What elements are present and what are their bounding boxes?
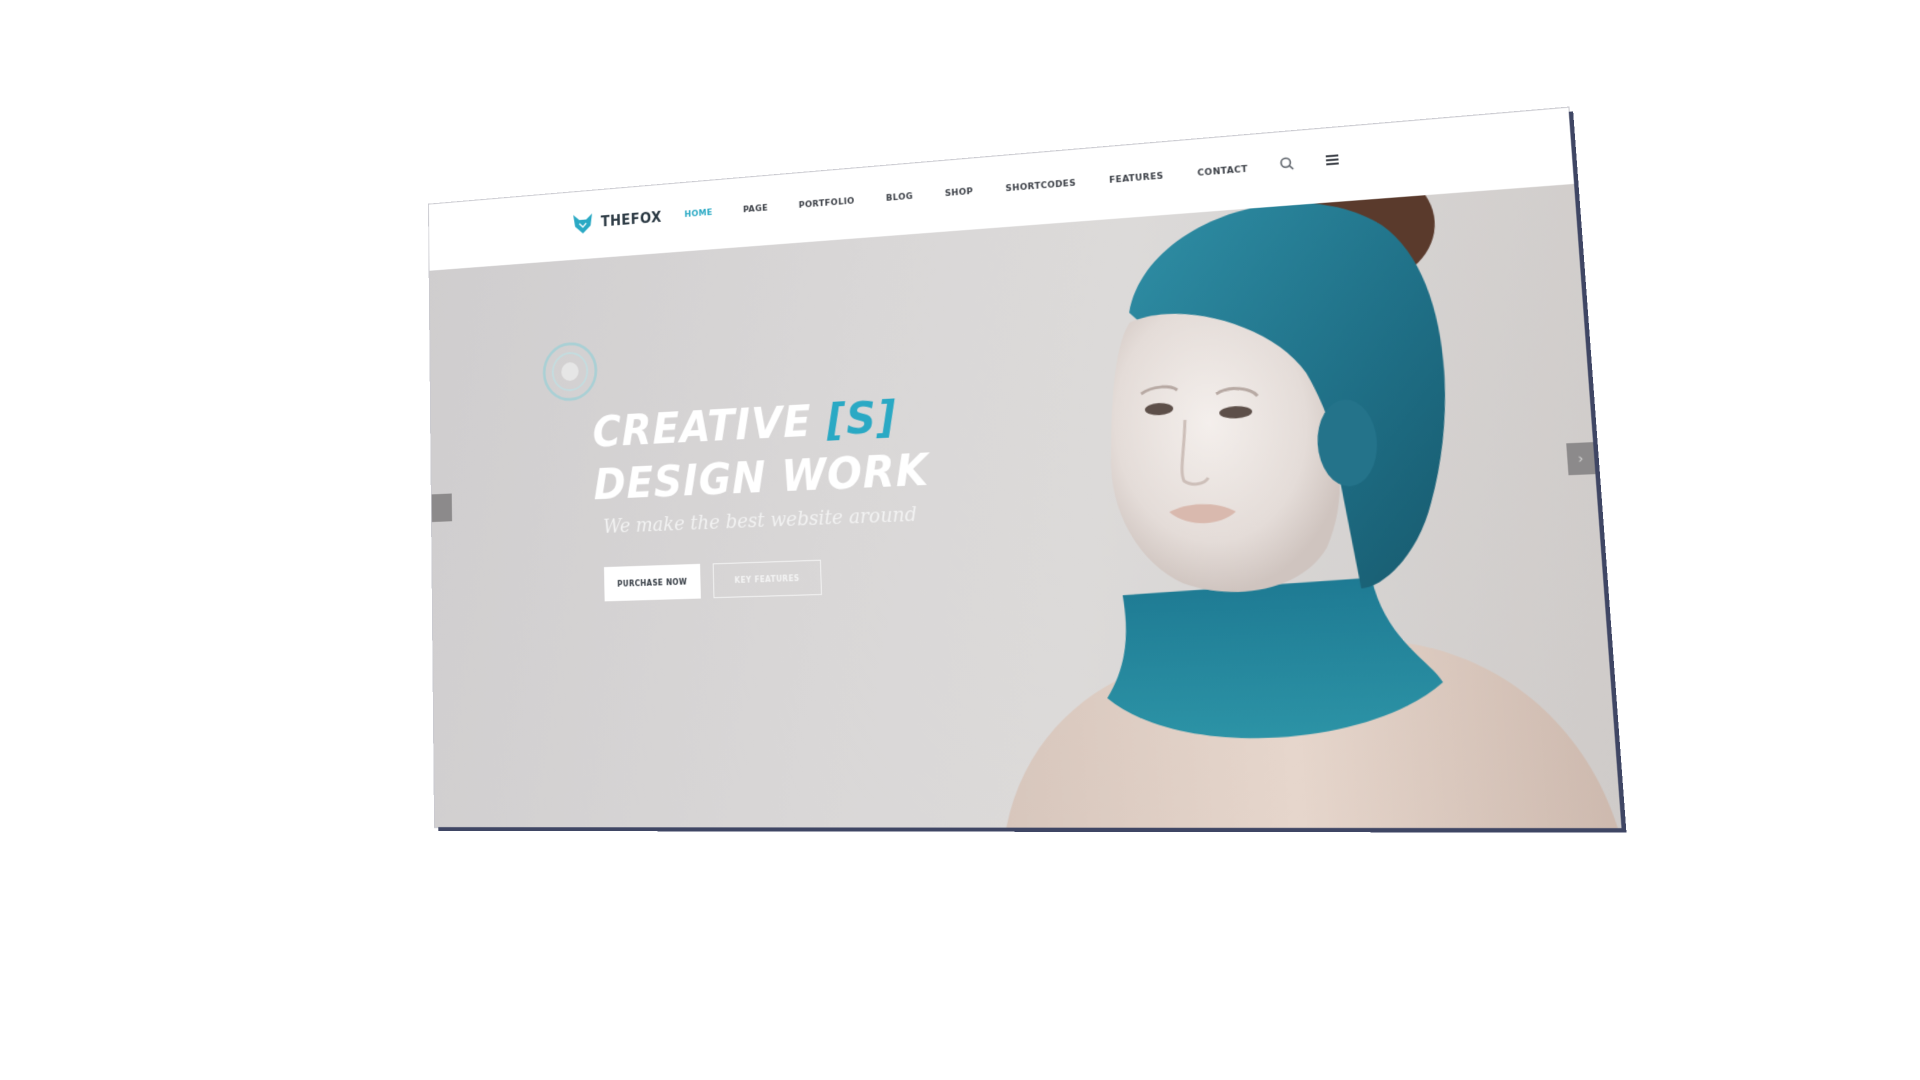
hero-title-line2: DESIGN WORK — [593, 445, 930, 510]
stage: THEFOX HOME PAGE PORTFOLIO BLOG SHOP SHO… — [0, 0, 1920, 1080]
hero-title: CREATIVE [S] DESIGN WORK — [592, 389, 930, 513]
main-menu: HOME PAGE PORTFOLIO BLOG SHOP SHORTCODES… — [684, 165, 1248, 220]
nav-item-portfolio[interactable]: PORTFOLIO — [799, 197, 855, 211]
key-features-button[interactable]: KEY FEATURES — [712, 559, 822, 599]
hero-model-image — [995, 165, 1622, 829]
slider-next-button[interactable]: › — [1566, 442, 1596, 476]
brand-name: THEFOX — [600, 208, 662, 231]
chevron-right-icon: › — [1577, 451, 1585, 467]
menu-icon[interactable] — [1323, 151, 1341, 168]
decorative-ring-icon — [539, 337, 600, 405]
fox-logo-icon — [573, 213, 593, 235]
hero-title-line1: CREATIVE — [592, 396, 828, 458]
search-icon[interactable] — [1278, 155, 1295, 172]
website-screen: THEFOX HOME PAGE PORTFOLIO BLOG SHOP SHO… — [428, 107, 1622, 829]
brand-logo[interactable]: THEFOX — [571, 205, 662, 236]
nav-item-shop[interactable]: SHOP — [945, 187, 974, 199]
nav-item-contact[interactable]: CONTACT — [1197, 165, 1248, 179]
nav-item-blog[interactable]: BLOG — [886, 192, 913, 204]
nav-item-shortcodes[interactable]: SHORTCODES — [1005, 179, 1076, 194]
nav-item-features[interactable]: FEATURES — [1109, 172, 1164, 186]
nav-item-page[interactable]: PAGE — [743, 204, 768, 215]
nav-item-home[interactable]: HOME — [684, 208, 712, 220]
nav-icons — [1278, 151, 1341, 172]
slider-prev-button[interactable] — [431, 493, 453, 523]
hero-title-accent: [S] — [825, 392, 898, 446]
purchase-now-button[interactable]: PURCHASE NOW — [603, 563, 701, 602]
